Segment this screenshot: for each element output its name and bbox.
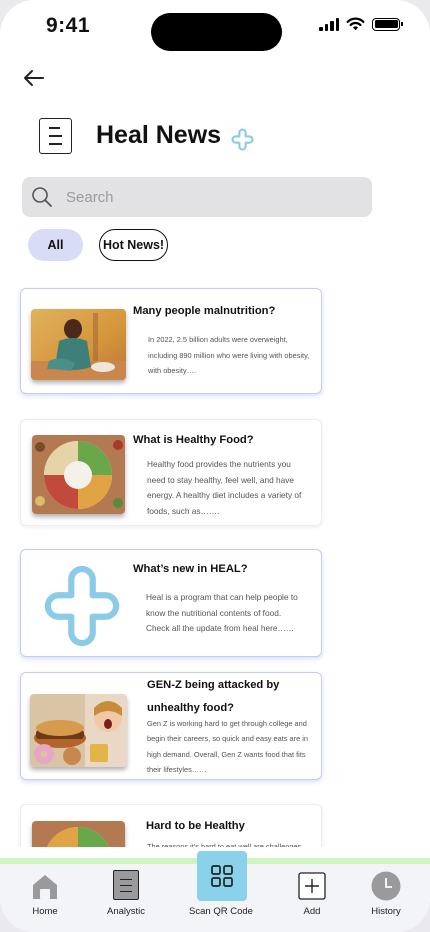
summary-line: need to stay healthy, feel well, and hav… bbox=[147, 474, 294, 485]
filter-chip-hot-news[interactable]: Hot News! bbox=[99, 229, 168, 261]
add-icon bbox=[298, 872, 326, 900]
article-thumbnail bbox=[31, 309, 126, 380]
summary-line: including 890 million who were living wi… bbox=[148, 350, 310, 360]
summary-line: The reasons it's hard to eat well are ch… bbox=[147, 842, 302, 847]
home-icon bbox=[33, 875, 57, 899]
article-title: What’s new in HEAL? bbox=[133, 563, 248, 575]
news-feed[interactable]: Many people malnutrition? In 2022, 2.5 b… bbox=[0, 287, 430, 847]
news-card[interactable]: Hard to be Healthy The reasons it's hard… bbox=[20, 804, 322, 847]
summary-line: Healthy food provides the nutrients you bbox=[147, 459, 291, 469]
summary-line: energy. A healthy diet includes a variet… bbox=[147, 490, 302, 500]
signal-icon bbox=[319, 17, 339, 31]
summary-line: Gen Z is working hard to get through col… bbox=[147, 719, 307, 728]
article-summary: Heal is a program that can help people t… bbox=[146, 590, 298, 637]
back-arrow-icon[interactable] bbox=[22, 66, 46, 90]
article-thumbnail bbox=[32, 821, 125, 847]
title-line: GEN-Z being attacked by bbox=[147, 679, 280, 691]
article-title: GEN-Z being attacked by unhealthy food? bbox=[147, 674, 279, 720]
summary-line: begin their careers, so quick and easy e… bbox=[147, 734, 309, 744]
status-icons bbox=[319, 17, 403, 31]
article-summary: Gen Z is working hard to get through col… bbox=[147, 716, 308, 777]
summary-line: Heal is a program that can help people t… bbox=[146, 592, 298, 602]
document-icon bbox=[39, 118, 72, 154]
battery-icon bbox=[372, 17, 403, 31]
search-bar[interactable] bbox=[22, 177, 372, 217]
article-summary: Healthy food provides the nutrients you … bbox=[147, 457, 301, 519]
article-summary: The reasons it's hard to eat well are ch… bbox=[147, 839, 301, 847]
history-icon bbox=[371, 871, 401, 901]
dynamic-island bbox=[151, 13, 282, 51]
article-summary: In 2022, 2.5 billion adults were overwei… bbox=[148, 332, 309, 379]
news-card[interactable]: What is Healthy Food? Healthy food provi… bbox=[20, 419, 322, 526]
tab-label: History bbox=[371, 906, 401, 917]
phone-screen: 9:41 Heal News All Hot News! bbox=[0, 0, 430, 932]
summary-line: In 2022, 2.5 billion adults were overwei… bbox=[148, 335, 288, 344]
article-thumbnail bbox=[32, 435, 125, 514]
filter-chip-all[interactable]: All bbox=[28, 229, 83, 261]
analystic-icon bbox=[113, 870, 139, 900]
summary-line: with obesity…. bbox=[148, 366, 197, 375]
page-title: Heal News bbox=[96, 121, 222, 149]
scan-qr-button[interactable] bbox=[197, 851, 247, 901]
news-card[interactable]: What’s new in HEAL? Heal is a program th… bbox=[20, 549, 322, 657]
summary-line: their lifestyles…… bbox=[147, 764, 207, 774]
news-card[interactable]: GEN-Z being attacked by unhealthy food? … bbox=[20, 672, 322, 780]
summary-line: Check all the update from heal here…… bbox=[146, 623, 295, 633]
scan-qr-icon bbox=[211, 865, 233, 887]
status-time: 9:41 bbox=[46, 14, 91, 37]
summary-line: know the nutritional contents of food. bbox=[146, 607, 282, 618]
news-card[interactable]: Many people malnutrition? In 2022, 2.5 b… bbox=[20, 288, 322, 394]
summary-line: high demand. Overall, Gen Z wants food t… bbox=[147, 749, 306, 759]
search-icon bbox=[32, 187, 52, 207]
article-thumbnail bbox=[30, 694, 127, 767]
article-title: What is Healthy Food? bbox=[133, 434, 254, 446]
heal-logo-icon bbox=[44, 565, 120, 647]
search-input[interactable] bbox=[66, 177, 356, 217]
heal-plus-icon bbox=[231, 128, 254, 151]
wifi-icon bbox=[346, 17, 365, 31]
article-title: Many people malnutrition? bbox=[133, 305, 276, 317]
summary-line: foods, such as……. bbox=[147, 505, 220, 516]
article-title: Hard to be Healthy bbox=[146, 820, 245, 832]
